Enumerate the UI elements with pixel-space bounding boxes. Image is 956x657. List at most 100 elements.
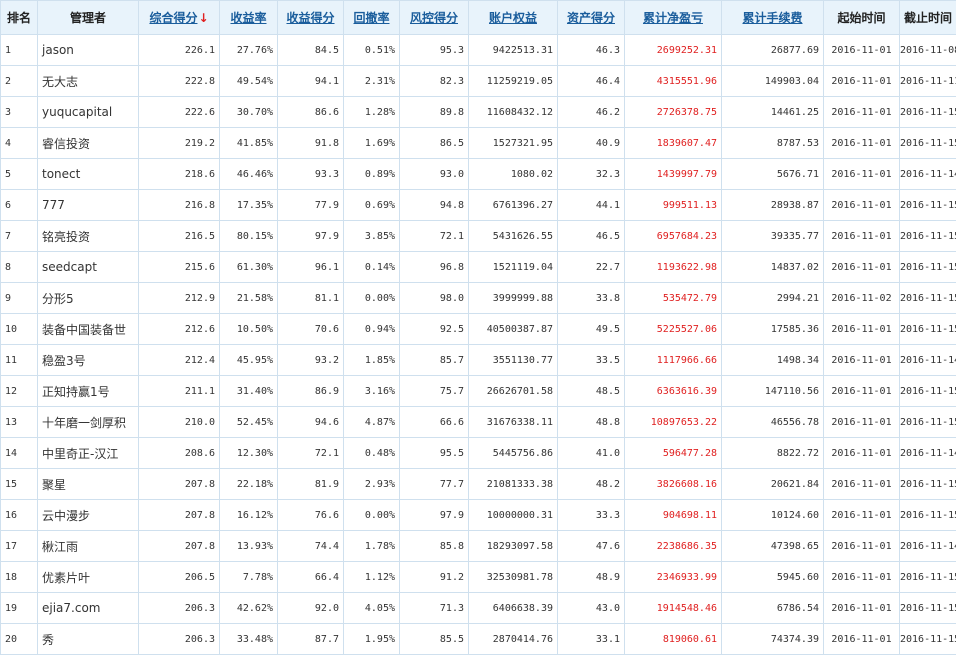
header-return-rate[interactable]: 收益率 bbox=[219, 0, 278, 35]
header-return-score[interactable]: 收益得分 bbox=[277, 0, 344, 35]
cum-pnl-cell: 596477.28 bbox=[624, 437, 722, 469]
cum-fee-cell: 2994.21 bbox=[721, 282, 824, 314]
risk-score-cell: 97.9 bbox=[399, 499, 469, 531]
asset-score-cell: 46.5 bbox=[557, 220, 625, 252]
rank-cell: 10 bbox=[0, 313, 38, 345]
composite-score-cell: 222.6 bbox=[138, 96, 220, 128]
header-asset-score[interactable]: 资产得分 bbox=[557, 0, 625, 35]
return-rate-cell: 61.30% bbox=[219, 251, 278, 283]
table-row: 10 装备中国装备世 212.6 10.50% 70.6 0.94% 92.5 4050038… bbox=[0, 313, 956, 345]
header-cum-fee-label[interactable]: 累计手续费 bbox=[742, 11, 802, 25]
rank-cell: 20 bbox=[0, 623, 38, 655]
asset-score-cell: 46.2 bbox=[557, 96, 625, 128]
table-body: 1 jason 226.1 27.76% 84.5 0.51% 95.3 9422513.31… bbox=[0, 34, 956, 655]
rank-cell: 16 bbox=[0, 499, 38, 531]
composite-score-cell: 206.3 bbox=[138, 623, 220, 655]
rank-cell: 6 bbox=[0, 189, 38, 221]
cum-fee-cell: 8787.53 bbox=[721, 127, 824, 159]
return-score-cell: 97.9 bbox=[277, 220, 344, 252]
asset-score-cell: 48.9 bbox=[557, 561, 625, 593]
end-time-cell: 2016-11-15 bbox=[899, 499, 956, 531]
end-time-cell: 2016-11-14 bbox=[899, 437, 956, 469]
start-time-cell: 2016-11-01 bbox=[823, 127, 900, 159]
return-score-cell: 87.7 bbox=[277, 623, 344, 655]
cum-pnl-cell: 2699252.31 bbox=[624, 34, 722, 66]
table-row: 13 十年磨一剑厚积 210.0 52.45% 94.6 4.87% 66.6 3167633… bbox=[0, 406, 956, 438]
cum-fee-cell: 5676.71 bbox=[721, 158, 824, 190]
manager-cell: yuqucapital bbox=[37, 96, 139, 128]
drawdown-cell: 1.28% bbox=[343, 96, 400, 128]
leaderboard-table: 排名 管理者 综合得分↓ 收益率 收益得分 回撤率 风控得分 账户权益 资产得分… bbox=[0, 0, 956, 655]
header-risk-score[interactable]: 风控得分 bbox=[399, 0, 469, 35]
composite-score-cell: 216.8 bbox=[138, 189, 220, 221]
start-time-cell: 2016-11-01 bbox=[823, 468, 900, 500]
asset-score-cell: 33.1 bbox=[557, 623, 625, 655]
risk-score-cell: 85.8 bbox=[399, 530, 469, 562]
end-time-cell: 2016-11-15 bbox=[899, 127, 956, 159]
cum-fee-cell: 149903.04 bbox=[721, 65, 824, 97]
composite-score-cell: 211.1 bbox=[138, 375, 220, 407]
header-equity[interactable]: 账户权益 bbox=[468, 0, 558, 35]
cum-pnl-cell: 535472.79 bbox=[624, 282, 722, 314]
manager-cell: 聚星 bbox=[37, 468, 139, 500]
table-row: 3 yuqucapital 222.6 30.70% 86.6 1.28% 89.8 1160… bbox=[0, 96, 956, 128]
header-cum-fee[interactable]: 累计手续费 bbox=[721, 0, 824, 35]
risk-score-cell: 77.7 bbox=[399, 468, 469, 500]
return-score-cell: 94.6 bbox=[277, 406, 344, 438]
return-rate-cell: 31.40% bbox=[219, 375, 278, 407]
header-cum-pnl[interactable]: 累计净盈亏 bbox=[624, 0, 722, 35]
rank-cell: 14 bbox=[0, 437, 38, 469]
header-drawdown[interactable]: 回撤率 bbox=[343, 0, 400, 35]
start-time-cell: 2016-11-01 bbox=[823, 313, 900, 345]
end-time-cell: 2016-11-15 bbox=[899, 406, 956, 438]
header-return-score-label[interactable]: 收益得分 bbox=[286, 11, 334, 25]
header-composite-score-label[interactable]: 综合得分 bbox=[149, 11, 197, 25]
rank-cell: 4 bbox=[0, 127, 38, 159]
drawdown-cell: 2.31% bbox=[343, 65, 400, 97]
equity-cell: 26626701.58 bbox=[468, 375, 558, 407]
asset-score-cell: 40.9 bbox=[557, 127, 625, 159]
cum-pnl-cell: 1839607.47 bbox=[624, 127, 722, 159]
equity-cell: 40500387.87 bbox=[468, 313, 558, 345]
return-score-cell: 72.1 bbox=[277, 437, 344, 469]
rank-cell: 17 bbox=[0, 530, 38, 562]
asset-score-cell: 48.5 bbox=[557, 375, 625, 407]
equity-cell: 10000000.31 bbox=[468, 499, 558, 531]
manager-cell: 装备中国装备世 bbox=[37, 313, 139, 345]
end-time-cell: 2016-11-15 bbox=[899, 189, 956, 221]
asset-score-cell: 46.3 bbox=[557, 34, 625, 66]
header-cum-pnl-label[interactable]: 累计净盈亏 bbox=[643, 11, 703, 25]
return-score-cell: 92.0 bbox=[277, 592, 344, 624]
cum-fee-cell: 28938.87 bbox=[721, 189, 824, 221]
cum-pnl-cell: 1117966.66 bbox=[624, 344, 722, 376]
end-time-cell: 2016-11-14 bbox=[899, 344, 956, 376]
return-rate-cell: 45.95% bbox=[219, 344, 278, 376]
return-score-cell: 77.9 bbox=[277, 189, 344, 221]
cum-pnl-cell: 10897653.22 bbox=[624, 406, 722, 438]
start-time-cell: 2016-11-01 bbox=[823, 437, 900, 469]
asset-score-cell: 49.5 bbox=[557, 313, 625, 345]
composite-score-cell: 212.9 bbox=[138, 282, 220, 314]
cum-pnl-cell: 6957684.23 bbox=[624, 220, 722, 252]
header-return-rate-label[interactable]: 收益率 bbox=[230, 11, 266, 25]
cum-pnl-cell: 2346933.99 bbox=[624, 561, 722, 593]
manager-cell: 云中漫步 bbox=[37, 499, 139, 531]
rank-cell: 9 bbox=[0, 282, 38, 314]
drawdown-cell: 3.16% bbox=[343, 375, 400, 407]
composite-score-cell: 226.1 bbox=[138, 34, 220, 66]
start-time-cell: 2016-11-01 bbox=[823, 344, 900, 376]
rank-cell: 11 bbox=[0, 344, 38, 376]
rank-cell: 12 bbox=[0, 375, 38, 407]
header-composite-score[interactable]: 综合得分↓ bbox=[138, 0, 220, 35]
header-asset-score-label[interactable]: 资产得分 bbox=[567, 11, 615, 25]
header-equity-label[interactable]: 账户权益 bbox=[489, 11, 537, 25]
manager-cell: jason bbox=[37, 34, 139, 66]
end-time-cell: 2016-11-15 bbox=[899, 561, 956, 593]
drawdown-cell: 3.85% bbox=[343, 220, 400, 252]
header-drawdown-label[interactable]: 回撤率 bbox=[353, 11, 389, 25]
composite-score-cell: 216.5 bbox=[138, 220, 220, 252]
return-score-cell: 91.8 bbox=[277, 127, 344, 159]
manager-cell: ejia7.com bbox=[37, 592, 139, 624]
header-risk-score-label[interactable]: 风控得分 bbox=[410, 11, 458, 25]
cum-fee-cell: 6786.54 bbox=[721, 592, 824, 624]
